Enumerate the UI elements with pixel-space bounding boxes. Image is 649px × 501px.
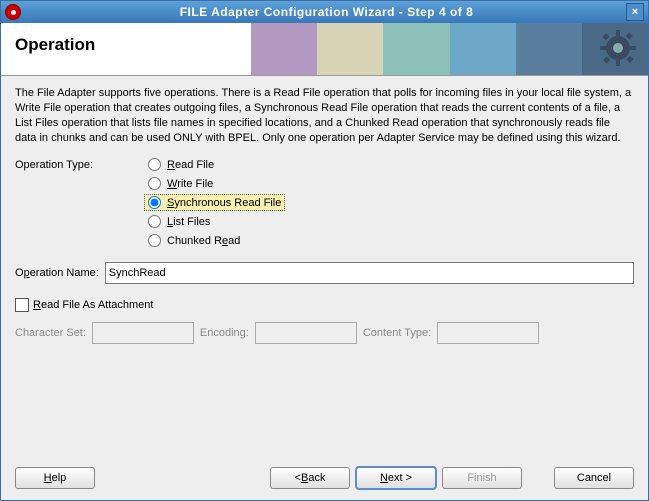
radio-write-file[interactable]: Write File	[145, 176, 284, 191]
help-button[interactable]: Help	[15, 467, 95, 489]
page-title: Operation	[15, 35, 95, 55]
radio-write-file-input[interactable]	[148, 177, 161, 190]
encoding-label: Encoding:	[200, 327, 249, 339]
gear-icon	[598, 28, 638, 68]
app-icon	[5, 4, 21, 20]
radio-read-file[interactable]: Read File	[145, 157, 284, 172]
operation-name-input[interactable]	[105, 262, 634, 284]
content-type-label: Content Type:	[363, 327, 431, 339]
close-icon[interactable]: ×	[626, 3, 644, 21]
radio-synchronous-read-file-input[interactable]	[148, 196, 161, 209]
radio-chunked-read-input[interactable]	[148, 234, 161, 247]
banner: Operation	[1, 23, 648, 76]
radio-read-file-input[interactable]	[148, 158, 161, 171]
character-set-input	[92, 322, 194, 344]
operation-type-group: Read File Write File Synchronous Read Fi…	[145, 157, 284, 248]
radio-chunked-read[interactable]: Chunked Read	[145, 233, 284, 248]
operation-name-label: Operation Name:	[15, 267, 99, 279]
read-file-as-attachment-checkbox[interactable]: Read File As Attachment	[15, 298, 634, 312]
encoding-input	[255, 322, 357, 344]
window-title: FILE Adapter Configuration Wizard - Step…	[27, 5, 626, 19]
next-button[interactable]: Next >	[356, 467, 436, 489]
back-button[interactable]: < Back	[270, 467, 350, 489]
content-type-input	[437, 322, 539, 344]
cancel-button[interactable]: Cancel	[554, 467, 634, 489]
character-set-label: Character Set:	[15, 327, 86, 339]
radio-synchronous-read-file[interactable]: Synchronous Read File	[145, 195, 284, 210]
operation-type-label: Operation Type:	[15, 157, 145, 171]
radio-list-files[interactable]: List Files	[145, 214, 284, 229]
checkbox-icon[interactable]	[15, 298, 29, 312]
attachment-options: Character Set: Encoding: Content Type:	[15, 322, 634, 344]
finish-button: Finish	[442, 467, 522, 489]
content-area: The File Adapter supports five operation…	[1, 76, 648, 456]
titlebar: FILE Adapter Configuration Wizard - Step…	[1, 1, 648, 23]
description-text: The File Adapter supports five operation…	[15, 86, 634, 145]
wizard-footer: Help < Back Next > Finish Cancel	[1, 456, 648, 500]
radio-list-files-input[interactable]	[148, 215, 161, 228]
read-file-as-attachment-label: Read File As Attachment	[33, 299, 153, 311]
